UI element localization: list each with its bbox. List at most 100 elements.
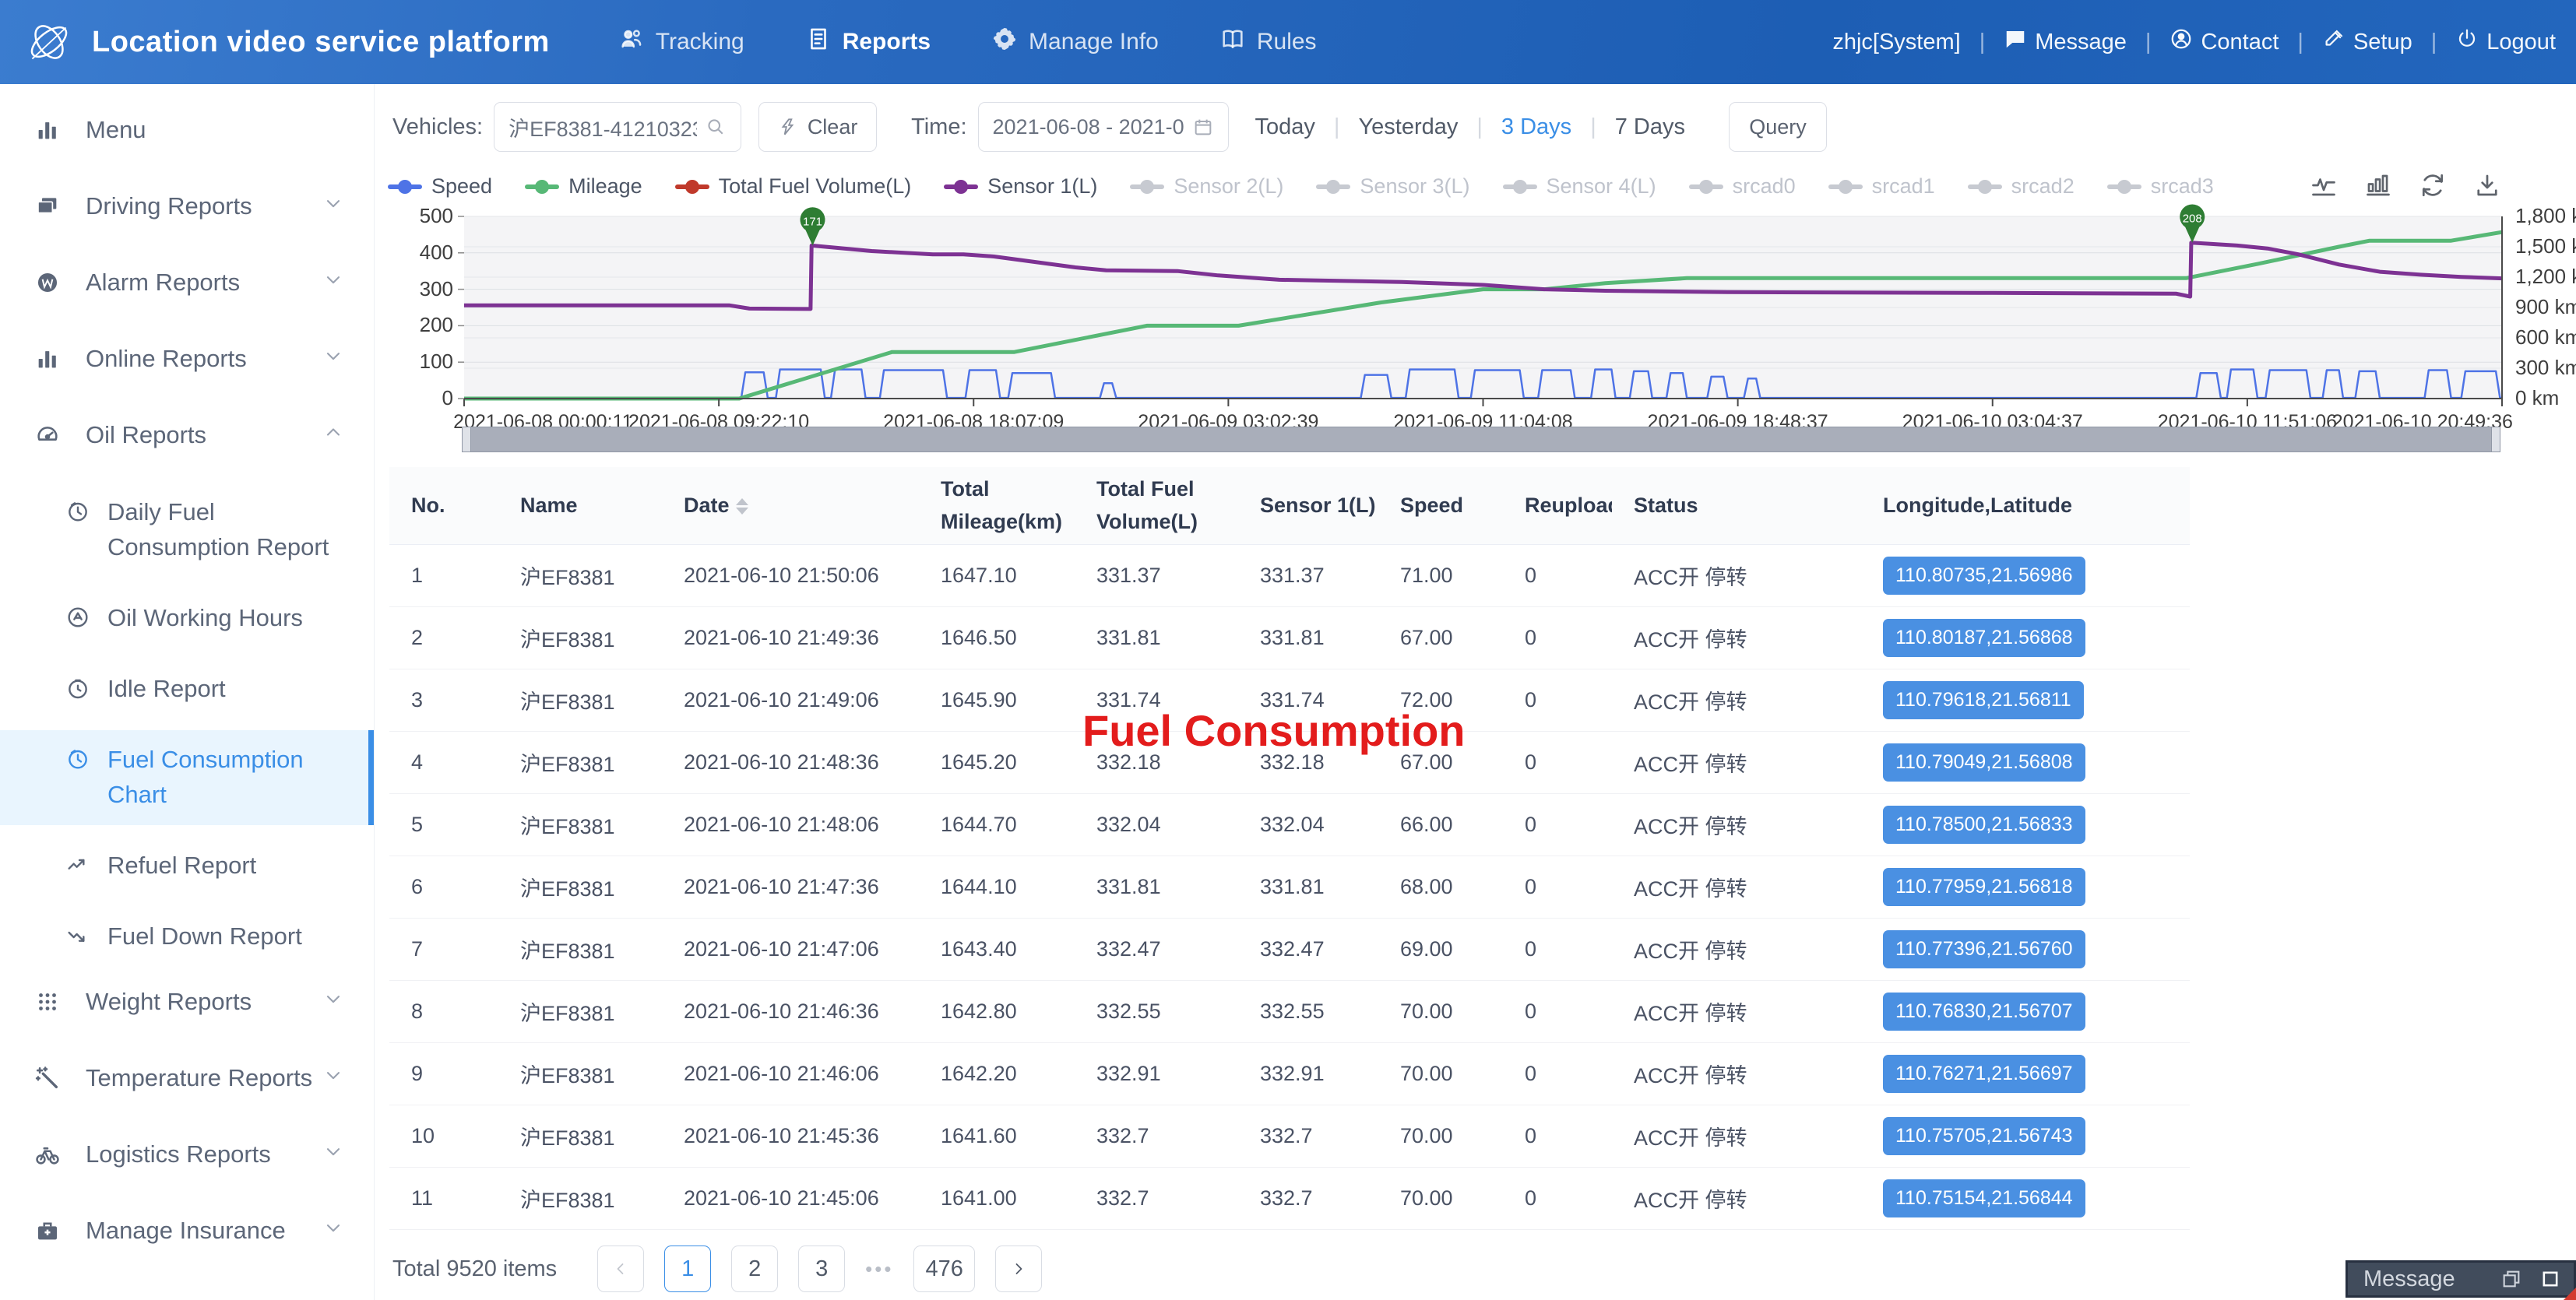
nav-item-tracking[interactable]: Tracking [618,26,744,58]
sidebar-item-oil-reports[interactable]: Oil Reports [0,411,374,459]
sidebar-item-daily-fuel-consumption-report[interactable]: Daily Fuel Consumption Report [0,483,374,578]
sidebar-item-menu[interactable]: Menu [0,106,374,154]
sidebar-item-alarm-reports[interactable]: Alarm Reports [0,258,374,307]
page-button-476[interactable]: 476 [913,1246,974,1292]
coordinate-link[interactable]: 110.80735,21.56986 [1883,557,2085,595]
quick-range-today[interactable]: Today [1255,114,1315,140]
table-row: 2沪EF83812021-06-10 21:49:361646.50331.81… [389,607,2190,669]
legend-item-srcad2[interactable]: srcad2 [1968,174,2075,199]
query-button[interactable]: Query [1729,102,1827,152]
sidebar-item-weight-reports[interactable]: Weight Reports [0,978,374,1026]
fuel-consumption-chart[interactable]: 171 208 [464,216,2502,399]
pagination-ellipsis[interactable]: ••• [865,1257,893,1281]
cell-sensor1: 331.81 [1238,875,1378,899]
sort-caret-icon[interactable] [736,498,748,515]
restore-icon[interactable] [2419,171,2447,203]
datazoom-left-handle[interactable] [462,427,471,452]
legend-item-sensor-1-l-[interactable]: Sensor 1(L) [944,174,1097,199]
line-chart-icon[interactable] [2310,171,2338,203]
coordinate-link[interactable]: 110.78500,21.56833 [1883,806,2085,844]
coordinate-link[interactable]: 110.77959,21.56818 [1883,868,2085,906]
legend-item-srcad1[interactable]: srcad1 [1828,174,1935,199]
cell-no: 8 [389,1000,498,1024]
nav-logout-button[interactable]: Logout [2455,27,2556,57]
previous-page-button[interactable] [597,1246,644,1292]
time-range-input[interactable]: 2021-06-08 - 2021-06-10 [978,102,1229,152]
legend-item-total-fuel-volume-l-[interactable]: Total Fuel Volume(L) [675,174,912,199]
cell-coord: 110.79618,21.56811 [1861,681,2188,719]
sidebar-item-online-reports[interactable]: Online Reports [0,335,374,383]
coordinate-link[interactable]: 110.75154,21.56844 [1883,1179,2085,1217]
sidebar-item-temperature-reports[interactable]: Temperature Reports [0,1054,374,1102]
driving-reports-icon [34,193,69,220]
legend-item-sensor-3-l-[interactable]: Sensor 3(L) [1316,174,1469,199]
search-icon[interactable] [705,116,727,138]
coordinate-link[interactable]: 110.76271,21.56697 [1883,1055,2085,1093]
nav-item-rules[interactable]: Rules [1219,26,1317,58]
page-button-3[interactable]: 3 [798,1246,845,1292]
nav-separator: | [2431,30,2437,55]
sidebar-item-fuel-down-report[interactable]: Fuel Down Report [0,907,374,967]
nav-item-reports[interactable]: Reports [805,26,931,58]
bar-chart-icon[interactable] [2364,171,2392,203]
nav-setup-button[interactable]: Setup [2322,27,2412,57]
nav-item-manage-info[interactable]: Manage Info [991,26,1159,58]
sidebar-item-refuel-report[interactable]: Refuel Report [0,836,374,896]
cell-sensor1: 332.04 [1238,813,1378,837]
y-right-tick: 600 km [2515,325,2576,350]
next-page-button[interactable] [995,1246,1042,1292]
nav-message-button[interactable]: Message [2004,27,2127,57]
clear-button[interactable]: Clear [758,102,877,152]
sidebar-item-logistics-reports[interactable]: Logistics Reports [0,1130,374,1179]
sidebar-item-idle-report[interactable]: Idle Report [0,659,374,719]
chevron-down-icon [322,1064,346,1092]
table-row: 8沪EF83812021-06-10 21:46:361642.80332.55… [389,981,2190,1043]
sidebar-item-fuel-consumption-chart[interactable]: Fuel Consumption Chart [0,730,374,825]
cell-status: ACC开 停转 [1612,934,1861,964]
legend-item-mileage[interactable]: Mileage [525,174,642,199]
page-button-1[interactable]: 1 [664,1246,711,1292]
cell-name: 沪EF8381 [498,623,662,653]
menu-icon [34,117,69,143]
message-widget[interactable]: Message [2345,1260,2576,1298]
coordinate-link[interactable]: 110.79049,21.56808 [1883,743,2085,782]
sidebar-item-oil-working-hours[interactable]: Oil Working Hours [0,589,374,648]
coordinate-link[interactable]: 110.77396,21.56760 [1883,930,2085,968]
legend-item-speed[interactable]: Speed [388,174,492,199]
column-header-date[interactable]: Date [662,490,919,522]
cell-fuel: 332.7 [1075,1124,1238,1148]
quick-range-7-days[interactable]: 7 Days [1615,114,1685,140]
vehicles-input[interactable]: 沪EF8381-41210323006 [494,102,741,152]
quick-range-yesterday[interactable]: Yesterday [1358,114,1458,140]
cell-date: 2021-06-10 21:49:36 [662,626,919,650]
rules-icon [1219,26,1246,58]
chart-legend: Speed Mileage Total Fuel Volume(L) Senso… [388,174,2214,199]
coordinate-link[interactable]: 110.79618,21.56811 [1883,681,2084,719]
legend-item-srcad0[interactable]: srcad0 [1689,174,1796,199]
sidebar-item-manage-insurance[interactable]: Manage Insurance [0,1207,374,1255]
message-widget-label: Message [2363,1267,2483,1292]
datazoom-right-handle[interactable] [2491,427,2500,452]
y-right-tick: 900 km [2515,295,2576,319]
legend-item-srcad3[interactable]: srcad3 [2107,174,2214,199]
coordinate-link[interactable]: 110.76830,21.56707 [1883,993,2085,1031]
save-image-icon[interactable] [2473,171,2501,203]
restore-window-icon[interactable] [2500,1268,2522,1290]
y-left-tick: 100 [386,350,453,374]
quick-range-3-days[interactable]: 3 Days [1501,114,1571,140]
legend-item-sensor-2-l-[interactable]: Sensor 2(L) [1130,174,1283,199]
legend-item-sensor-4-l-[interactable]: Sensor 4(L) [1503,174,1656,199]
cell-name: 沪EF8381 [498,1059,662,1089]
maximize-window-icon[interactable] [2539,1268,2561,1290]
sidebar-item-driving-reports[interactable]: Driving Reports [0,182,374,230]
nav-contact-button[interactable]: Contact [2170,27,2279,57]
y-left-tick: 300 [386,277,453,301]
cell-reupload: 0 [1503,1062,1612,1086]
coordinate-link[interactable]: 110.80187,21.56868 [1883,619,2085,657]
time-range-value: 2021-06-08 - 2021-06-10 [993,115,1184,139]
cell-speed: 68.00 [1378,875,1503,899]
page-button-2[interactable]: 2 [731,1246,778,1292]
datazoom-slider[interactable] [464,427,2498,452]
coordinate-link[interactable]: 110.75705,21.56743 [1883,1117,2085,1155]
daily-fuel-icon [65,499,90,530]
